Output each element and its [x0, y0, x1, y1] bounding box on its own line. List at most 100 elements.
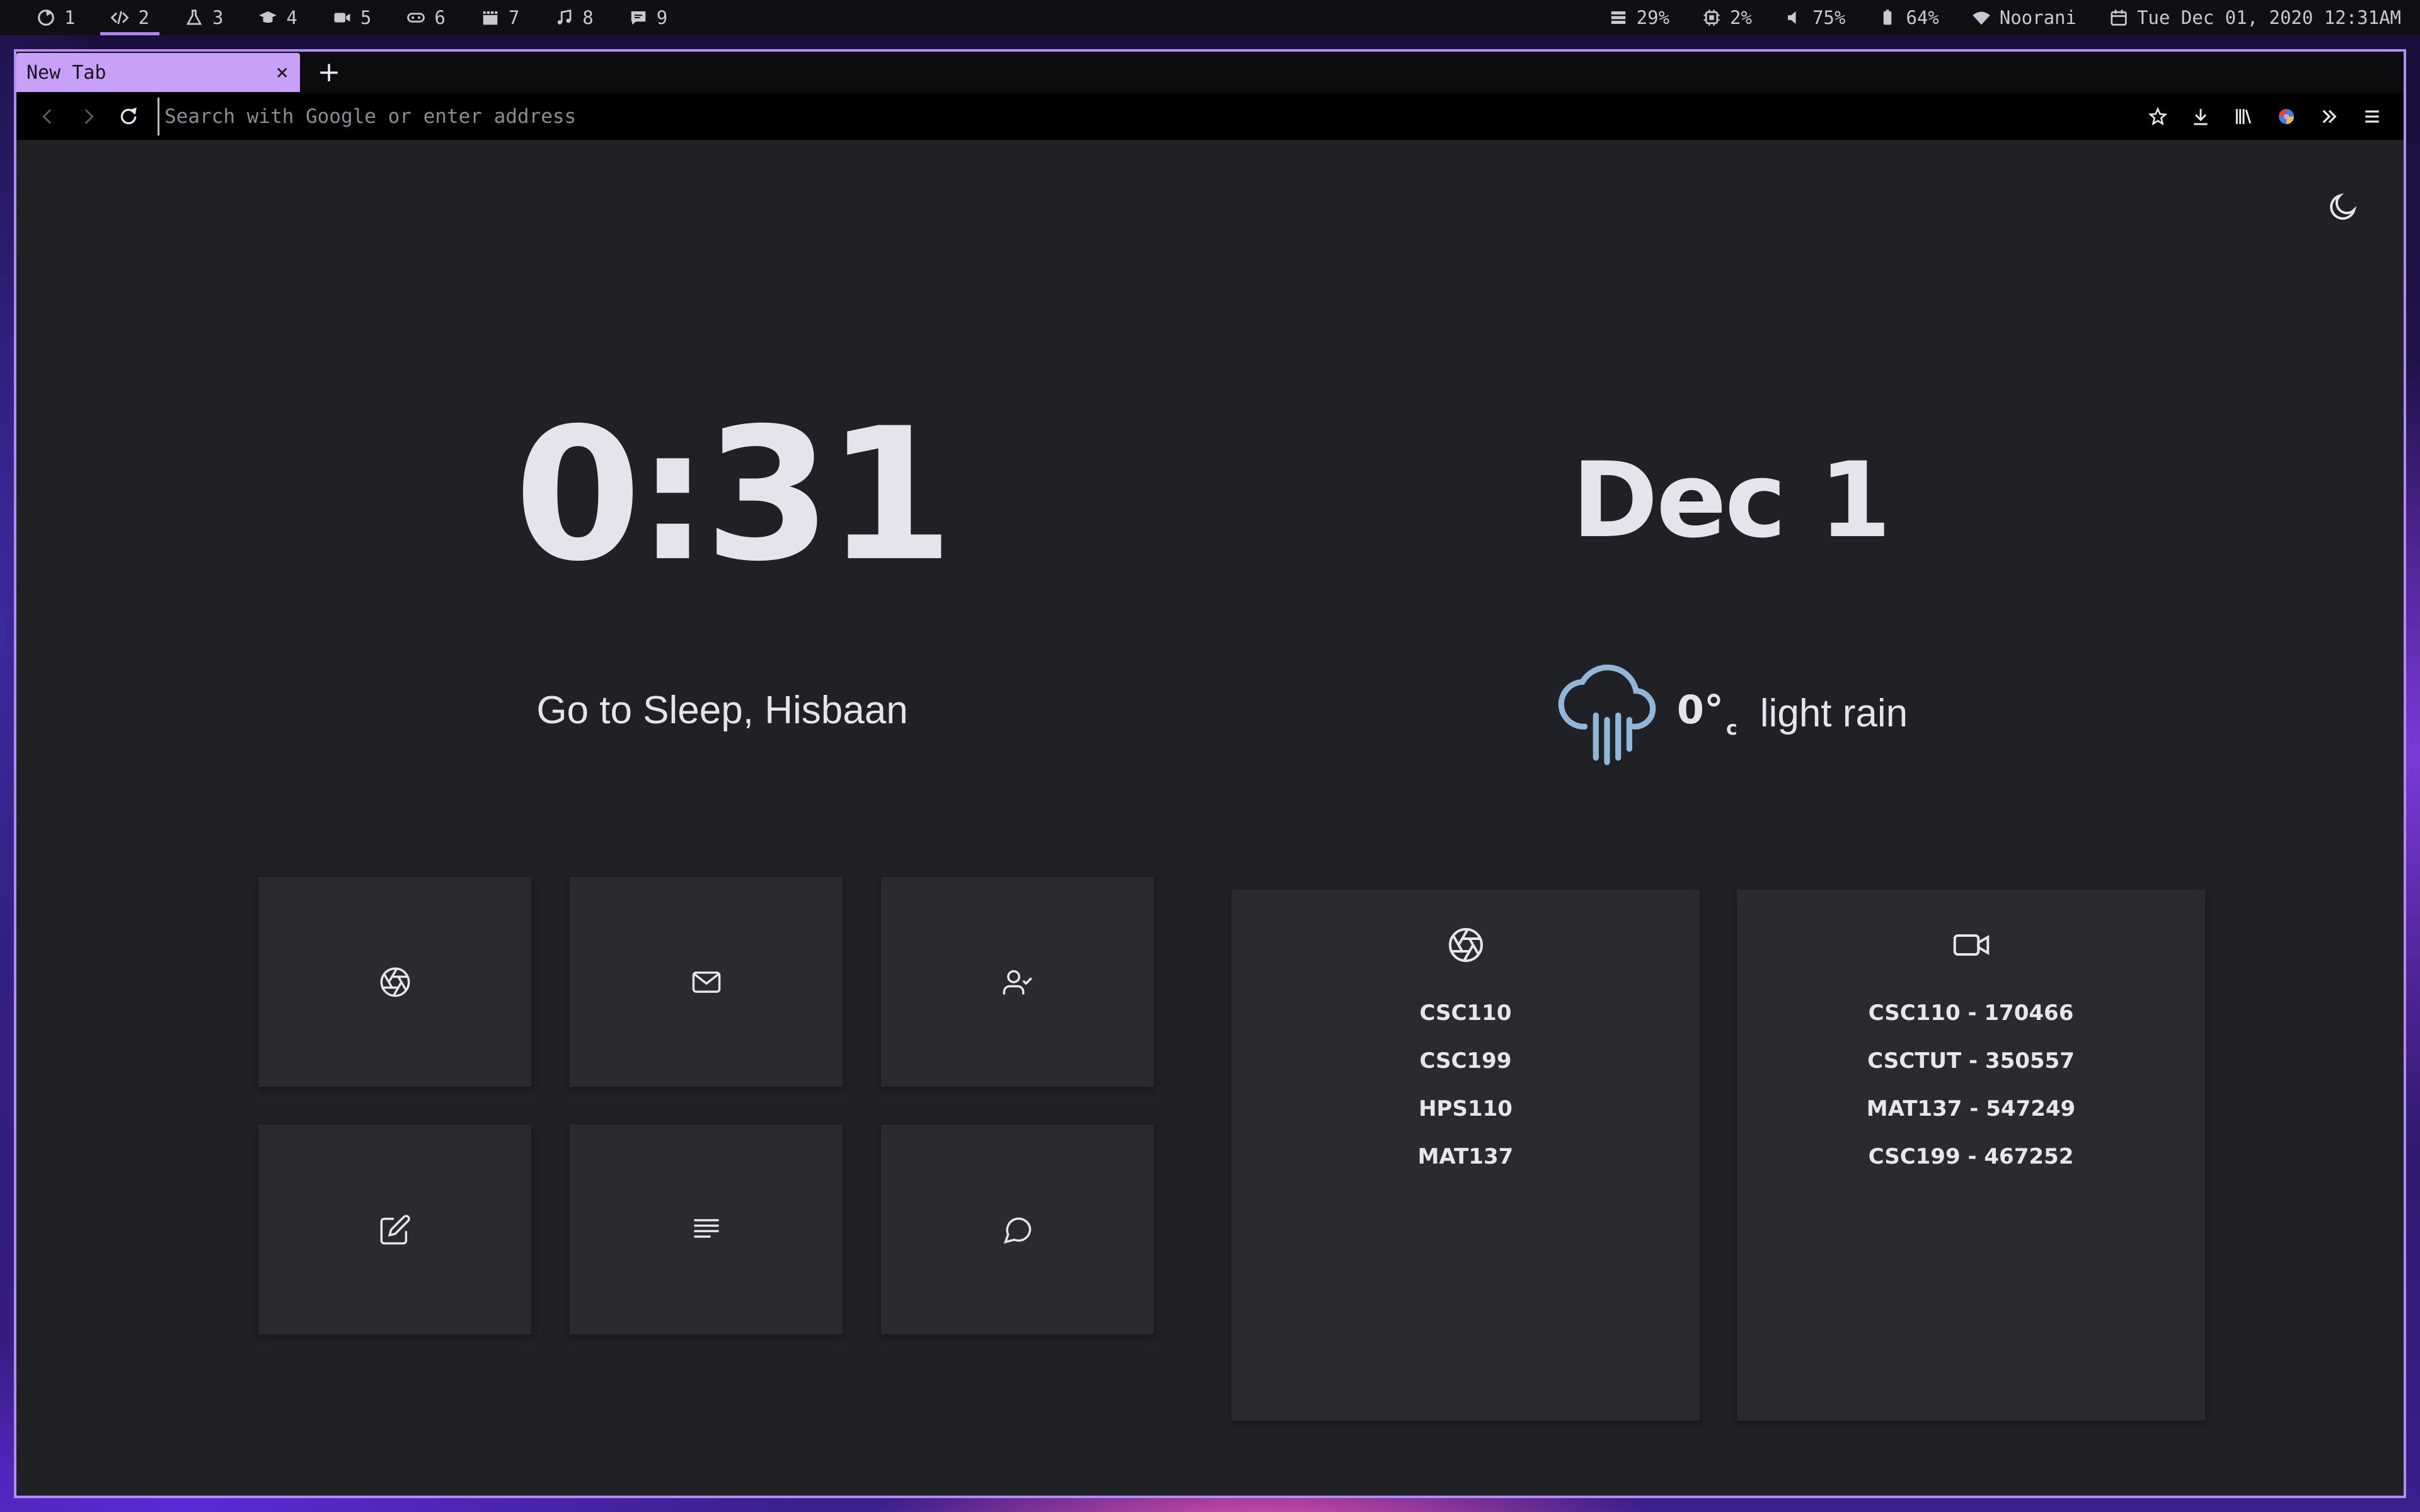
cpu-value: 2% — [1730, 7, 1752, 28]
browser-window: New Tab × + Search with Google or enter … — [14, 49, 2406, 1498]
workspace-9[interactable]: 9 — [611, 0, 685, 35]
star-icon — [2148, 106, 2168, 126]
chevron-right-icon — [84, 109, 94, 124]
temperature-value: 0° — [1676, 687, 1724, 733]
volume-icon — [1787, 11, 1796, 24]
shortcut-tile-notes[interactable] — [570, 1125, 843, 1334]
workspace-number: 9 — [656, 7, 668, 28]
chevron-left-icon — [42, 109, 52, 124]
music-icon — [555, 8, 573, 27]
workspace-1[interactable]: 1 — [19, 0, 93, 35]
address-bar[interactable] — [158, 98, 2143, 135]
text-lines-icon — [694, 1218, 718, 1238]
cpu-indicator: 2% — [1702, 7, 1752, 28]
bookmark-button[interactable] — [2143, 101, 2173, 132]
memory-value: 29% — [1636, 7, 1670, 28]
theme-toggle-button[interactable] — [2327, 190, 2360, 223]
cloud-rain-icon — [1553, 660, 1661, 767]
back-button[interactable] — [33, 101, 63, 132]
weather-condition: light rain — [1760, 691, 1908, 735]
datetime-indicator: Tue Dec 01, 2020 12:31AM — [2109, 7, 2401, 28]
shortcut-tile-mail[interactable] — [570, 877, 843, 1087]
message-circle-icon — [1003, 1217, 1031, 1244]
cpu-icon — [1703, 9, 1720, 26]
download-icon — [2194, 109, 2208, 125]
workspace-number: 1 — [64, 7, 76, 28]
workspace-5[interactable]: 5 — [315, 0, 389, 35]
workspace-number: 6 — [434, 7, 446, 28]
menu-button[interactable] — [2357, 101, 2387, 132]
workspace-number: 5 — [360, 7, 372, 28]
greeting: Go to Sleep, Hisbaan — [536, 689, 908, 732]
shortcut-tile-user-check[interactable] — [881, 877, 1154, 1087]
meeting-link[interactable]: CSCTUT - 350557 — [1867, 1037, 2075, 1085]
shortcut-tile-messages[interactable] — [881, 1125, 1154, 1334]
workspace-6[interactable]: 6 — [389, 0, 463, 35]
hamburger-icon — [2365, 110, 2379, 123]
url-input[interactable] — [164, 105, 2143, 128]
clock: 0:31 — [514, 389, 954, 602]
tab-new-tab[interactable]: New Tab × — [16, 53, 300, 92]
chat-icon — [629, 8, 648, 27]
battery-indicator: 64% — [1878, 7, 1939, 28]
extension-button[interactable] — [2271, 101, 2302, 132]
workspace-2[interactable]: 2 — [93, 0, 166, 35]
workspace-8[interactable]: 8 — [537, 0, 611, 35]
extension-colorful-icon — [2279, 109, 2294, 124]
courses-card: CSC110 CSC199 HPS110 MAT137 — [1231, 890, 1700, 1421]
course-link[interactable]: CSC110 — [1420, 989, 1512, 1037]
moon-icon — [2330, 193, 2357, 220]
calendar-icon — [2111, 9, 2127, 26]
course-link[interactable]: MAT137 — [1418, 1133, 1514, 1181]
workspace-7[interactable]: 7 — [463, 0, 537, 35]
volume-value: 75% — [1812, 7, 1846, 28]
overflow-button[interactable] — [2314, 101, 2344, 132]
reload-button[interactable] — [113, 101, 144, 132]
aperture-icon — [380, 967, 410, 997]
library-icon — [2235, 109, 2252, 124]
volume-indicator[interactable]: 75% — [1785, 7, 1845, 28]
temperature: 0° c — [1677, 687, 1744, 740]
new-tab-page: 0:31 Go to Sleep, Hisbaan Dec 1 0° c ligh… — [16, 140, 2404, 1496]
wifi-network: Noorani — [1999, 7, 2077, 28]
library-button[interactable] — [2228, 101, 2259, 132]
flask-icon — [185, 8, 204, 27]
forward-button[interactable] — [73, 101, 103, 132]
workspace-number: 7 — [508, 7, 520, 28]
datetime-value: Tue Dec 01, 2020 12:31AM — [2136, 7, 2401, 28]
graduation-cap-icon — [258, 8, 277, 27]
wifi-indicator[interactable]: Noorani — [1972, 7, 2077, 28]
system-bar: 1 2 3 4 5 6 7 8 9 29% 2% 75% 64% Noorani… — [0, 0, 2420, 35]
workspace-3[interactable]: 3 — [167, 0, 241, 35]
workspace-number: 8 — [582, 7, 594, 28]
downloads-button[interactable] — [2186, 101, 2216, 132]
workspace-4[interactable]: 4 — [241, 0, 314, 35]
course-link[interactable]: HPS110 — [1419, 1085, 1512, 1133]
meeting-link[interactable]: CSC199 - 467252 — [1869, 1133, 2074, 1181]
video-camera-icon — [333, 8, 352, 27]
gamepad-icon — [406, 8, 425, 27]
course-link[interactable]: CSC199 — [1420, 1037, 1512, 1085]
navigation-bar — [16, 93, 2404, 140]
shortcut-tile-aperture[interactable] — [258, 877, 531, 1087]
meeting-link[interactable]: MAT137 - 547249 — [1867, 1085, 2075, 1133]
memory-icon — [1611, 11, 1625, 24]
memory-indicator: 29% — [1609, 7, 1669, 28]
wifi-icon — [1973, 11, 1990, 25]
new-tab-button[interactable]: + — [313, 56, 345, 89]
shortcut-tile-edit[interactable] — [258, 1125, 531, 1334]
meeting-link[interactable]: CSC110 - 170466 — [1869, 989, 2074, 1037]
code-icon — [110, 8, 129, 27]
tab-close-button[interactable]: × — [276, 62, 289, 83]
edit-icon — [380, 1214, 410, 1244]
firefox-icon — [37, 8, 55, 27]
battery-icon — [1884, 9, 1892, 25]
workspace-number: 2 — [138, 7, 149, 28]
mail-icon — [692, 971, 720, 993]
film-icon — [481, 8, 500, 27]
video-icon — [1952, 926, 1990, 964]
toolbar-actions — [2143, 101, 2387, 132]
tab-title: New Tab — [26, 61, 107, 84]
temperature-unit: c — [1726, 718, 1737, 740]
meetings-card: CSC110 - 170466 CSCTUT - 350557 MAT137 -… — [1737, 890, 2205, 1421]
